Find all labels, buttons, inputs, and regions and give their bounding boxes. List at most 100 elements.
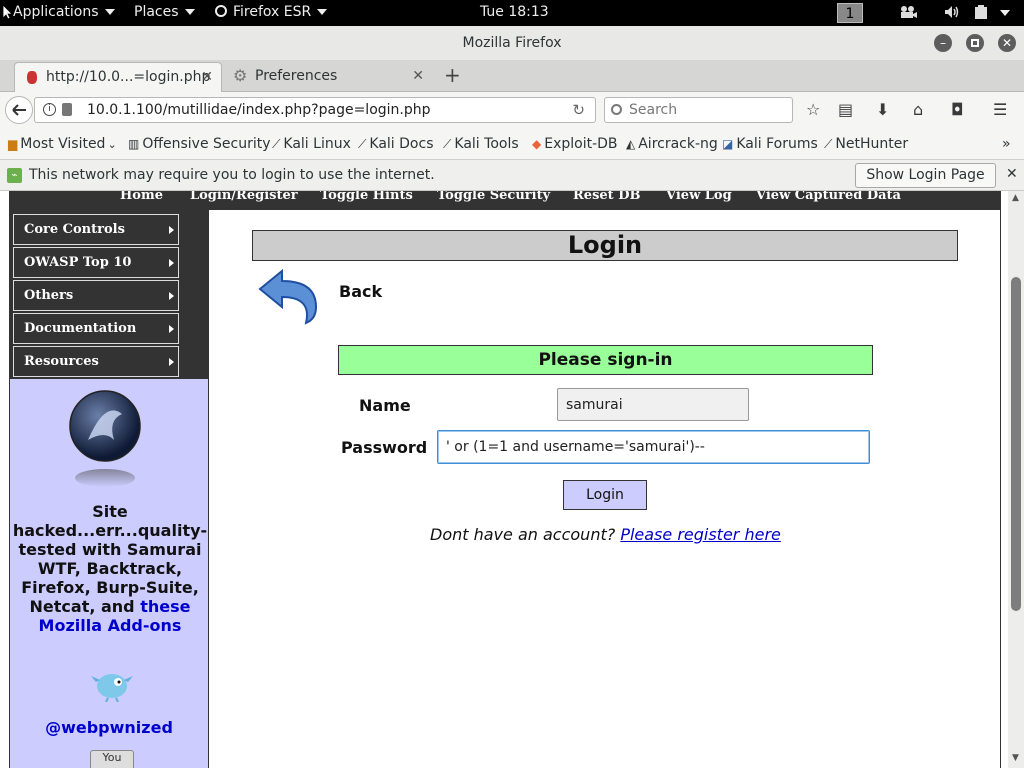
menu-toggle-hints[interactable]: Toggle Hints bbox=[320, 191, 413, 203]
page-title: Login bbox=[252, 230, 958, 261]
back-arrow-icon[interactable] bbox=[256, 267, 322, 327]
bookmark-offensive-security[interactable]: ▥ Offensive Security bbox=[128, 136, 271, 152]
kali-icon: ⟋ bbox=[358, 137, 367, 151]
show-login-page-button[interactable]: Show Login Page bbox=[855, 163, 996, 188]
bookmark-label: Aircrack-ng bbox=[638, 136, 718, 152]
pocket-icon[interactable]: ◘ bbox=[951, 100, 964, 119]
sidebar-item-core-controls[interactable]: Core Controls bbox=[13, 214, 179, 245]
chevron-right-icon bbox=[169, 325, 174, 333]
scroll-up-icon[interactable]: ▲ bbox=[1012, 193, 1019, 203]
tab-strip: http://10.0...=login.php ✕ ⚙ Preferences… bbox=[0, 60, 1024, 92]
sidebar-item-others[interactable]: Others bbox=[13, 280, 179, 311]
battery-icon[interactable] bbox=[973, 4, 991, 24]
close-tab-icon[interactable]: ✕ bbox=[412, 62, 424, 90]
back-arrow-icon bbox=[12, 104, 26, 116]
back-button[interactable] bbox=[5, 96, 33, 124]
sidebar-item-documentation[interactable]: Documentation bbox=[13, 313, 179, 344]
tab-label: Preferences bbox=[255, 68, 338, 84]
minimize-button[interactable]: – bbox=[934, 34, 952, 52]
notification-message: This network may require you to login to… bbox=[29, 167, 435, 183]
close-tab-icon[interactable]: ✕ bbox=[201, 63, 213, 91]
camera-icon[interactable] bbox=[899, 5, 917, 23]
bookmark-kali-linux[interactable]: ⟋ Kali Linux bbox=[272, 136, 351, 152]
close-window-button[interactable]: ✕ bbox=[998, 34, 1016, 52]
bookmark-most-visited[interactable]: ▆ Most Visited ⌄ bbox=[8, 136, 117, 152]
bookmark-label: Kali Docs bbox=[369, 136, 434, 152]
firefox-app-label: Firefox ESR bbox=[233, 4, 312, 20]
volume-icon[interactable] bbox=[944, 5, 962, 23]
hamburger-menu-icon[interactable]: ☰ bbox=[993, 100, 1007, 119]
clock[interactable]: Tue 18:13 bbox=[480, 4, 549, 20]
tab-login-page[interactable]: http://10.0...=login.php ✕ bbox=[14, 62, 222, 92]
cursor-icon bbox=[2, 4, 13, 24]
plus-icon: + bbox=[444, 63, 461, 87]
applications-menu[interactable]: Applications bbox=[13, 4, 115, 20]
menu-toggle-security[interactable]: Toggle Security bbox=[437, 191, 550, 203]
username-field[interactable] bbox=[557, 388, 749, 421]
kali-forums-icon: ◪ bbox=[722, 137, 734, 151]
insecure-lock-icon[interactable] bbox=[62, 103, 72, 116]
password-field[interactable] bbox=[437, 430, 870, 464]
mutillidae-favicon-icon bbox=[27, 71, 37, 84]
sidebar-item-resources[interactable]: Resources bbox=[13, 346, 179, 377]
reading-list-icon[interactable]: ▤ bbox=[838, 100, 853, 119]
search-input[interactable]: Search bbox=[604, 97, 793, 123]
login-button[interactable]: Login bbox=[563, 480, 647, 510]
register-link[interactable]: Please register here bbox=[620, 525, 781, 544]
home-icon[interactable]: ⌂ bbox=[913, 100, 923, 119]
chevron-right-icon bbox=[169, 259, 174, 267]
search-placeholder: Search bbox=[629, 102, 678, 118]
reload-icon[interactable]: ↻ bbox=[572, 98, 585, 122]
bookmark-nethunter[interactable]: ⟋ NetHunter bbox=[824, 136, 908, 152]
menu-home[interactable]: Home bbox=[120, 191, 163, 203]
maximize-button[interactable] bbox=[966, 34, 984, 52]
password-label: Password bbox=[341, 438, 428, 457]
register-prompt: Dont have an account? Please register he… bbox=[430, 525, 781, 544]
sidebar-item-label: OWASP Top 10 bbox=[24, 255, 132, 270]
twitter-bird-icon[interactable] bbox=[90, 668, 134, 702]
new-tab-button[interactable]: + bbox=[444, 63, 461, 87]
download-icon[interactable]: ⬇ bbox=[876, 100, 889, 119]
bookmark-star-icon[interactable]: ☆ bbox=[806, 100, 820, 119]
window-title-bar[interactable]: Mozilla Firefox – ✕ bbox=[0, 26, 1024, 60]
twitter-handle-link[interactable]: @webpwnized bbox=[10, 718, 208, 737]
scrollbar-thumb[interactable] bbox=[1011, 277, 1021, 611]
network-icon: ⌁ bbox=[7, 168, 22, 183]
places-label: Places bbox=[134, 4, 179, 20]
bookmark-aircrack-ng[interactable]: ◭ Aircrack-ng bbox=[626, 136, 718, 152]
back-link[interactable]: Back bbox=[339, 282, 382, 301]
system-menu-chevron-icon[interactable] bbox=[1000, 10, 1010, 16]
menu-view-captured-data[interactable]: View Captured Data bbox=[756, 191, 901, 203]
bookmark-kali-forums[interactable]: ◪ Kali Forums bbox=[722, 136, 818, 152]
scroll-down-icon[interactable]: ▼ bbox=[1012, 753, 1019, 763]
bookmark-exploit-db[interactable]: ◆ Exploit-DB bbox=[532, 136, 618, 152]
info-icon[interactable]: i bbox=[43, 103, 56, 116]
site-credits: Site hacked...err...quality-tested with … bbox=[12, 502, 208, 635]
tab-preferences[interactable]: ⚙ Preferences ✕ bbox=[228, 62, 432, 92]
youtube-icon[interactable]: You bbox=[90, 750, 134, 768]
bookmark-kali-tools[interactable]: ⟋ Kali Tools bbox=[443, 136, 519, 152]
menu-login-register[interactable]: Login/Register bbox=[190, 191, 298, 203]
gear-icon: ⚙ bbox=[233, 66, 248, 85]
page-scrollbar[interactable]: ▲ ▼ bbox=[1008, 191, 1024, 768]
sidebar-item-owasp-top-10[interactable]: OWASP Top 10 bbox=[13, 247, 179, 278]
url-bar[interactable]: i 10.0.1.100/mutillidae/index.php?page=l… bbox=[34, 97, 596, 123]
menu-view-log[interactable]: View Log bbox=[666, 191, 732, 203]
bookmark-kali-docs[interactable]: ⟋ Kali Docs bbox=[358, 136, 434, 152]
menu-reset-db[interactable]: Reset DB bbox=[573, 191, 640, 203]
workspace-indicator[interactable]: 1 bbox=[837, 3, 863, 23]
firefox-app-menu[interactable]: Firefox ESR bbox=[215, 4, 328, 20]
bookmarks-overflow-icon[interactable]: » bbox=[1002, 136, 1011, 152]
applications-label: Applications bbox=[13, 4, 99, 20]
folder-icon: ▆ bbox=[8, 137, 18, 151]
close-notification-icon[interactable]: ✕ bbox=[1006, 166, 1018, 182]
bookmark-label: Kali Forums bbox=[736, 136, 818, 152]
name-label: Name bbox=[359, 396, 411, 415]
sidebar-item-label: Documentation bbox=[24, 321, 137, 336]
chevron-right-icon bbox=[169, 226, 174, 234]
bookmark-label: Offensive Security bbox=[142, 136, 271, 152]
kali-icon: ⟋ bbox=[443, 137, 452, 151]
places-menu[interactable]: Places bbox=[134, 4, 195, 20]
aircrack-icon: ◭ bbox=[626, 137, 636, 151]
url-text: 10.0.1.100/mutillidae/index.php?page=log… bbox=[87, 102, 431, 118]
